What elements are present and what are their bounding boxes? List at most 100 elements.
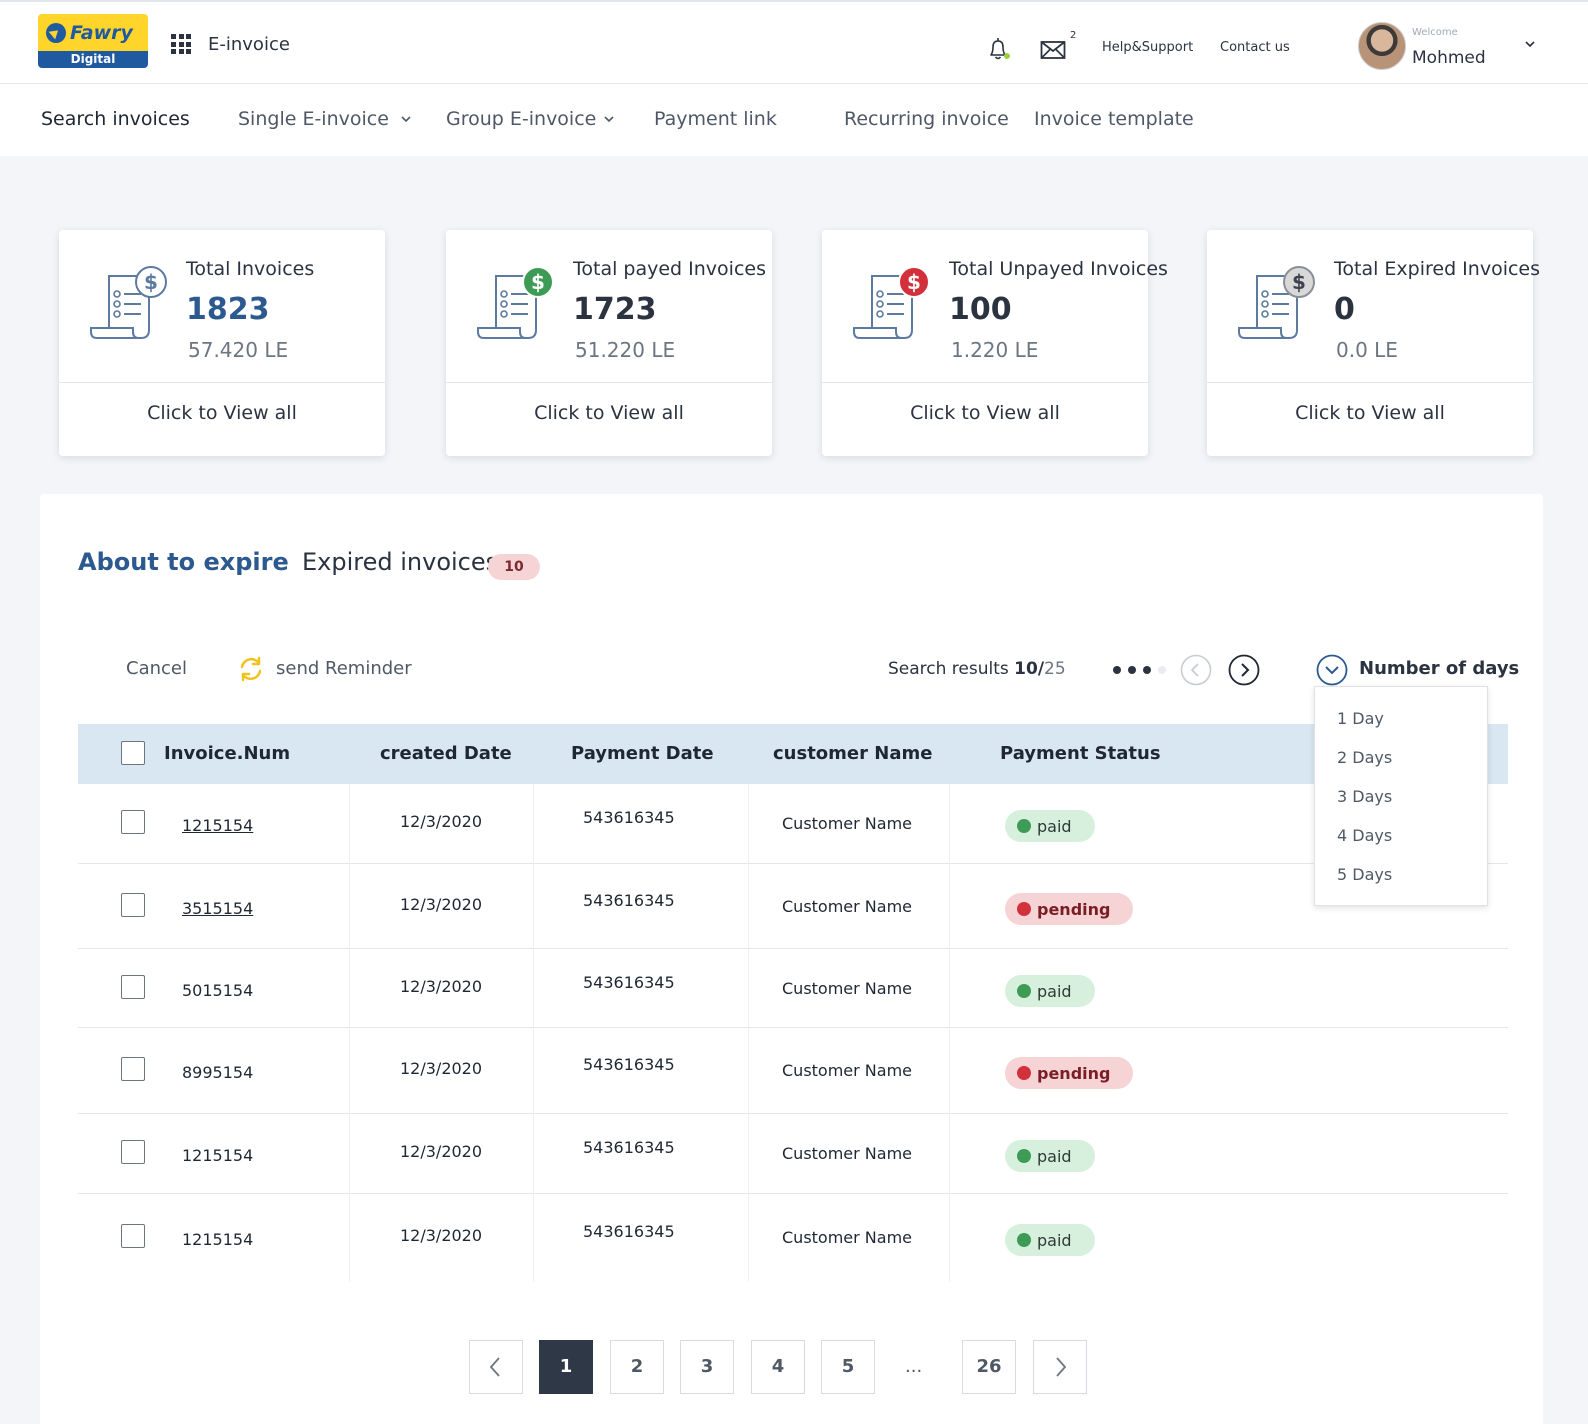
column-divider xyxy=(949,784,950,864)
send-reminder-button[interactable]: send Reminder xyxy=(276,658,412,679)
status-badge: paid xyxy=(1005,810,1095,842)
invoice-number-link[interactable]: 3515154 xyxy=(182,899,253,918)
column-divider xyxy=(349,1114,350,1194)
nav-group-e-invoice[interactable]: Group E-invoice xyxy=(446,108,596,130)
more-dots-icon[interactable] xyxy=(1113,666,1166,674)
table-row[interactable]: 1215154 12/3/2020 543616345 Customer Name pa… xyxy=(78,1114,1508,1194)
card-title: Total payed Invoices xyxy=(573,258,766,280)
pagination-page-2[interactable]: 2 xyxy=(610,1340,664,1394)
card-title: Total Expired Invoices xyxy=(1334,258,1541,280)
cancel-button[interactable]: Cancel xyxy=(126,658,187,679)
customer-name: Customer Name xyxy=(782,1228,913,1247)
contact-us-link[interactable]: Contact us xyxy=(1220,40,1290,55)
column-divider xyxy=(349,784,350,864)
column-divider xyxy=(748,949,749,1028)
refresh-icon[interactable] xyxy=(236,654,266,684)
tab-expired-invoices[interactable]: Expired invoices xyxy=(302,548,498,576)
nav-payment-link[interactable]: Payment link xyxy=(654,108,777,130)
summary-card[interactable]: $ Total Unpayed Invoices 100 1.220 LE Click … xyxy=(822,230,1168,456)
user-name[interactable]: Mohmed xyxy=(1412,48,1486,68)
days-option-5[interactable]: 5 Days xyxy=(1337,865,1392,884)
logo-sub: Digital xyxy=(38,51,148,68)
nav-single-e-invoice[interactable]: Single E-invoice xyxy=(238,108,389,130)
column-divider xyxy=(949,864,950,949)
column-divider xyxy=(533,949,534,1028)
view-all-link[interactable]: Click to View all xyxy=(59,402,385,424)
chevron-down-icon[interactable] xyxy=(1524,38,1536,50)
pagination-next-button[interactable] xyxy=(1033,1340,1087,1394)
column-customer-name[interactable]: customer Name xyxy=(773,743,932,764)
column-divider xyxy=(349,949,350,1028)
nav-invoice-template[interactable]: Invoice template xyxy=(1034,108,1194,130)
nav-search-invoices[interactable]: Search invoices xyxy=(41,108,190,130)
created-date: 12/3/2020 xyxy=(400,1226,483,1245)
card-count: 1823 xyxy=(186,292,270,327)
invoice-number-link[interactable]: 1215154 xyxy=(182,816,253,835)
view-all-link[interactable]: Click to View all xyxy=(1207,402,1533,424)
row-checkbox[interactable] xyxy=(121,893,145,917)
status-badge: pending xyxy=(1005,1057,1133,1089)
days-option-2[interactable]: 2 Days xyxy=(1337,748,1392,767)
invoice-number: 1215154 xyxy=(182,1146,254,1165)
select-all-checkbox[interactable] xyxy=(121,741,145,765)
pagination-page-1[interactable]: 1 xyxy=(539,1340,593,1394)
invoice-expired-icon: $ xyxy=(1238,266,1315,339)
pagination-prev-button[interactable] xyxy=(469,1340,523,1394)
chevron-down-icon[interactable] xyxy=(603,114,615,124)
column-created-date[interactable]: created Date xyxy=(380,743,512,764)
row-checkbox[interactable] xyxy=(121,1224,145,1248)
row-checkbox[interactable] xyxy=(121,810,145,834)
column-divider xyxy=(349,1028,350,1114)
days-option-4[interactable]: 4 Days xyxy=(1337,826,1392,845)
card-amount: 57.420 LE xyxy=(188,338,289,362)
pagination-page-4[interactable]: 4 xyxy=(751,1340,805,1394)
column-invoice-num[interactable]: Invoice.Num xyxy=(164,743,290,764)
svg-text:$: $ xyxy=(144,270,158,294)
row-checkbox[interactable] xyxy=(121,1140,145,1164)
number-of-days-select[interactable]: Number of days xyxy=(1359,658,1519,679)
view-all-link[interactable]: Click to View all xyxy=(822,402,1148,424)
column-payment-date[interactable]: Payment Date xyxy=(571,743,714,764)
apps-grid-icon[interactable] xyxy=(171,34,191,54)
column-divider xyxy=(748,784,749,864)
invoice-unpaid-icon: $ xyxy=(853,266,930,339)
row-checkbox[interactable] xyxy=(121,1057,145,1081)
next-results-icon[interactable] xyxy=(1228,654,1260,686)
chevron-left-icon xyxy=(489,1357,500,1377)
card-amount: 1.220 LE xyxy=(951,338,1039,362)
column-divider xyxy=(748,1028,749,1114)
fawry-logo[interactable]: Fawry Digital xyxy=(38,14,148,68)
table-row[interactable]: 1215154 12/3/2020 543616345 Customer Name pa… xyxy=(78,1194,1508,1282)
view-all-link[interactable]: Click to View all xyxy=(446,402,772,424)
status-badge: paid xyxy=(1005,1224,1095,1256)
summary-card[interactable]: $ Total Invoices 1823 57.420 LE Click to Vie… xyxy=(59,230,385,456)
table-row[interactable]: 8995154 12/3/2020 543616345 Customer Name pe… xyxy=(78,1028,1508,1114)
row-checkbox[interactable] xyxy=(121,975,145,999)
summary-card[interactable]: $ Total Expired Invoices 0 0.0 LE Click to V… xyxy=(1207,230,1540,456)
column-divider xyxy=(349,1194,350,1282)
card-count: 1723 xyxy=(573,292,657,327)
pagination-page-3[interactable]: 3 xyxy=(680,1340,734,1394)
card-count: 0 xyxy=(1334,292,1355,327)
mail-icon[interactable] xyxy=(1040,38,1066,62)
column-divider xyxy=(748,1194,749,1282)
table-row[interactable]: 3515154 12/3/2020 543616345 Customer Name pe… xyxy=(78,864,1508,949)
prev-results-icon[interactable] xyxy=(1180,654,1212,686)
chevron-down-icon[interactable] xyxy=(400,114,412,124)
created-date: 12/3/2020 xyxy=(400,1142,483,1161)
mail-count-badge: 2 xyxy=(1070,30,1077,41)
nav-recurring-invoice[interactable]: Recurring invoice xyxy=(844,108,1009,130)
table-row[interactable]: 5015154 12/3/2020 543616345 Customer Name pa… xyxy=(78,949,1508,1028)
table-row[interactable]: 1215154 12/3/2020 543616345 Customer Name pa… xyxy=(78,784,1508,864)
summary-card[interactable]: $ Total payed Invoices 1723 51.220 LE Click … xyxy=(446,230,772,456)
days-dropdown-toggle-icon[interactable] xyxy=(1316,654,1348,686)
help-support-link[interactable]: Help&Support xyxy=(1102,40,1193,55)
days-option-3[interactable]: 3 Days xyxy=(1337,787,1392,806)
user-avatar[interactable] xyxy=(1358,22,1406,70)
pagination-page-last[interactable]: 26 xyxy=(962,1340,1016,1394)
column-payment-status[interactable]: Payment Status xyxy=(1000,743,1161,764)
pagination-page-5[interactable]: 5 xyxy=(821,1340,875,1394)
days-option-1[interactable]: 1 Day xyxy=(1337,709,1384,728)
bell-icon[interactable] xyxy=(985,36,1011,62)
tab-about-to-expire[interactable]: About to expire xyxy=(78,548,289,576)
